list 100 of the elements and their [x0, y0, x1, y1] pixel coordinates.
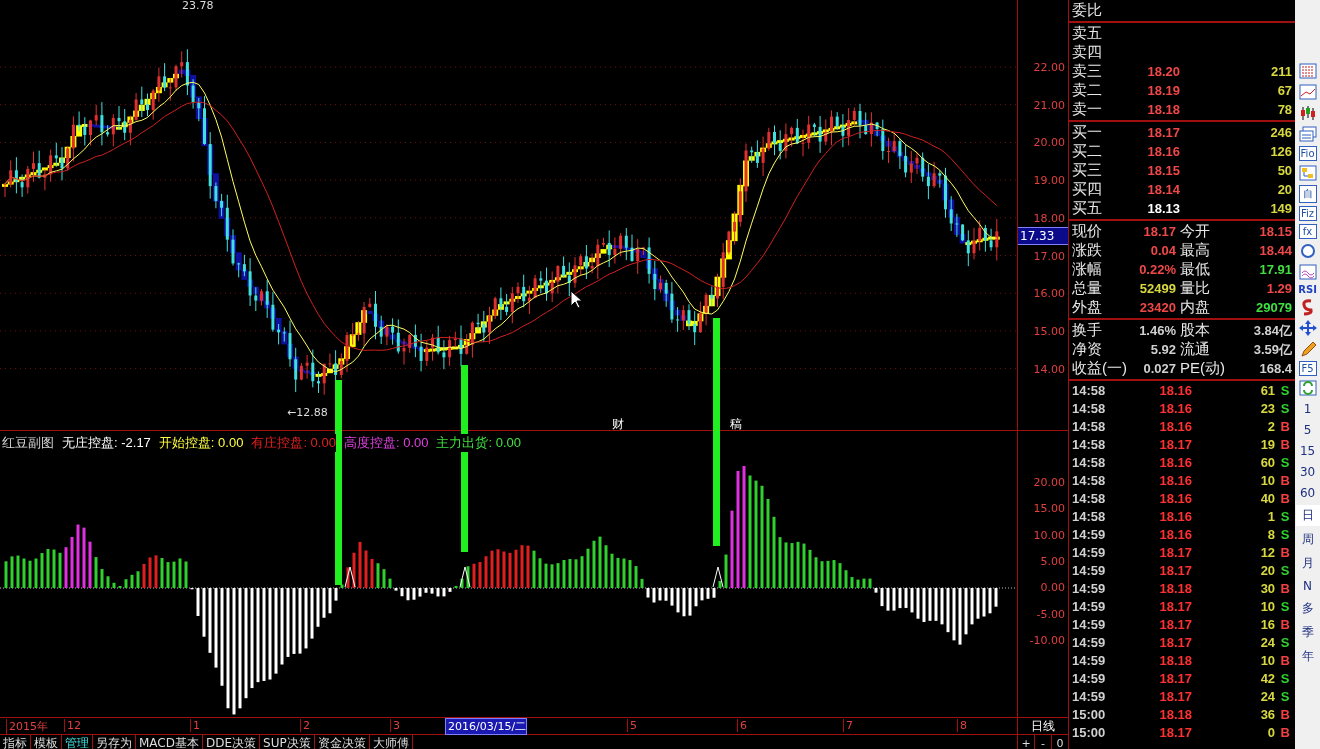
trade-volume: 1: [1266, 508, 1276, 524]
indicator-legend-item: 红豆副图: [2, 434, 54, 452]
trade-price: 18.16: [1158, 472, 1192, 488]
period-button[interactable]: 多: [1295, 598, 1320, 619]
date-axis-label: 3: [390, 719, 400, 732]
quote-label: 股本: [1179, 321, 1211, 340]
trade-price: 18.17: [1158, 724, 1192, 740]
bid-price: 18.13: [1146, 201, 1180, 216]
trade-price: 18.16: [1158, 382, 1192, 398]
ask-price: 18.20: [1146, 64, 1180, 79]
quote-value: 18.17: [1142, 224, 1176, 239]
period-label: 日线: [1017, 718, 1068, 734]
trade-side: B: [1279, 436, 1291, 452]
indicator-axis-label: 20.00: [1033, 475, 1065, 489]
trade-price: 18.16: [1158, 400, 1192, 416]
trade-price: 18.16: [1158, 526, 1192, 542]
date-axis-label: 7: [843, 719, 853, 732]
trade-price: 18.17: [1158, 598, 1192, 614]
current-price-tag: 17.33: [1018, 227, 1068, 245]
trade-time: 14:58: [1071, 382, 1107, 398]
quote-value: 18.15: [1258, 224, 1294, 239]
trade-side: B: [1279, 418, 1291, 434]
toolbar-button[interactable]: Fiz: [1298, 206, 1317, 221]
period-button[interactable]: 年: [1295, 646, 1320, 667]
windows-icon[interactable]: [1297, 125, 1318, 143]
price-axis-label: 21.00: [1033, 98, 1065, 112]
trade-side: S: [1279, 670, 1291, 686]
ask-price: 18.18: [1146, 102, 1180, 117]
indicator-axis-label: 10.00: [1033, 528, 1065, 542]
trade-price: 18.18: [1158, 706, 1192, 722]
trade-volume: 0: [1266, 724, 1276, 740]
toolbar-button[interactable]: F5: [1298, 361, 1317, 376]
trade-volume: 36: [1259, 706, 1276, 722]
period-button[interactable]: 季: [1295, 622, 1320, 643]
toolbar-button[interactable]: Fio: [1298, 146, 1317, 161]
move-arrows-icon[interactable]: [1297, 319, 1318, 337]
quote-value: 0.027: [1142, 361, 1176, 376]
indicator-tab[interactable]: 指标: [0, 735, 31, 749]
period-button[interactable]: 周: [1295, 529, 1320, 550]
trade-time: 15:00: [1071, 724, 1107, 740]
trade-time: 14:59: [1071, 580, 1107, 596]
quote-label: 委比: [1071, 1, 1103, 20]
chart-marker: 财: [612, 416, 624, 433]
trade-side: B: [1279, 472, 1291, 488]
period-button[interactable]: 日: [1295, 505, 1320, 526]
quote-label: 净资: [1071, 340, 1103, 359]
toolbar-button[interactable]: RSI: [1298, 284, 1317, 295]
indicator-tab[interactable]: 模板: [31, 735, 62, 749]
refresh-icon[interactable]: [1297, 379, 1318, 397]
indicator-axis-label: 0.00: [1040, 580, 1065, 594]
indicator-legend-item: 有庄控盘: 0.00: [251, 434, 336, 452]
price-axis-label: 22.00: [1033, 60, 1065, 74]
trade-time: 14:59: [1071, 562, 1107, 578]
bid-price: 18.14: [1146, 182, 1180, 197]
grid-icon[interactable]: [1297, 62, 1318, 80]
period-button[interactable]: N: [1295, 577, 1320, 595]
trade-side: S: [1279, 382, 1291, 398]
toolbar-button[interactable]: 自: [1298, 185, 1317, 203]
tree-icon[interactable]: [1297, 164, 1318, 182]
trade-volume: 24: [1259, 634, 1276, 650]
quote-value: 1.29: [1265, 281, 1294, 296]
indicator-legend-item: 高度控盘: 0.00: [343, 434, 429, 452]
chart-marker: 稿: [730, 416, 742, 433]
period-button[interactable]: 月: [1295, 553, 1320, 574]
bid-volume: 126: [1269, 144, 1294, 159]
wave-icon[interactable]: [1297, 263, 1318, 281]
period-button[interactable]: 1: [1295, 400, 1320, 418]
trade-time: 14:58: [1071, 472, 1107, 488]
quote-label: 买五: [1071, 199, 1103, 218]
toolbar-button[interactable]: fx: [1298, 224, 1317, 239]
trade-time: 14:59: [1071, 544, 1107, 560]
period-button[interactable]: 60: [1295, 484, 1320, 502]
period-button[interactable]: 30: [1295, 463, 1320, 481]
quote-value: 168.4: [1258, 361, 1294, 376]
trade-volume: 20: [1259, 562, 1276, 578]
price-axis-label: 19.00: [1033, 173, 1065, 187]
price-axis-label: 18.00: [1033, 211, 1065, 225]
indicator-tab[interactable]: SUP决策: [260, 735, 315, 749]
quote-label: 买三: [1071, 161, 1103, 180]
quote-label: 量比: [1179, 279, 1211, 298]
date-axis-label: 6: [737, 719, 747, 732]
line-chart-icon[interactable]: [1297, 83, 1318, 101]
indicator-tab[interactable]: 管理: [62, 735, 93, 749]
quote-label: 卖二: [1071, 81, 1103, 100]
trade-time: 14:59: [1071, 670, 1107, 686]
trade-side: B: [1279, 490, 1291, 506]
trade-time: 14:59: [1071, 652, 1107, 668]
quote-label: 卖一: [1071, 100, 1103, 119]
trade-volume: 10: [1259, 472, 1276, 488]
trade-price: 18.17: [1158, 634, 1192, 650]
bid-volume: 20: [1276, 182, 1294, 197]
indicator-legend-item: 开始控盘: 0.00: [158, 434, 244, 452]
ask-volume: 211: [1270, 64, 1294, 79]
trade-price: 18.16: [1158, 418, 1192, 434]
trade-time: 14:59: [1071, 616, 1107, 632]
trade-volume: 10: [1259, 598, 1276, 614]
trade-side: S: [1279, 562, 1291, 578]
quote-label: 卖三: [1071, 62, 1103, 81]
period-button[interactable]: 15: [1295, 442, 1320, 460]
period-button[interactable]: 5: [1295, 421, 1320, 439]
